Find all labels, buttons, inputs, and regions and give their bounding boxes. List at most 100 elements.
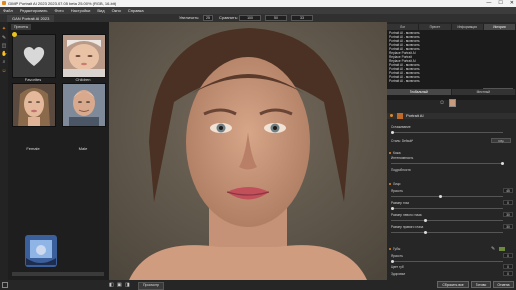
- minimize-button[interactable]: —: [486, 0, 491, 7]
- preset-male-label: Male: [78, 146, 88, 151]
- left-eye-size-value[interactable]: 30: [503, 212, 513, 217]
- face-brightness-value[interactable]: 45: [503, 188, 513, 193]
- plugin-toggle-icon[interactable]: [390, 114, 393, 117]
- frame-icon[interactable]: [2, 282, 8, 288]
- eye-size-value[interactable]: 0: [503, 200, 513, 205]
- lips-color-swatch[interactable]: [499, 247, 505, 251]
- portrait-photo[interactable]: [109, 22, 387, 280]
- bottom-bar: ◧ ▣ ◨ Просмотр: [0, 280, 387, 290]
- maximize-button[interactable]: ☐: [498, 0, 502, 7]
- lips-health-value[interactable]: 0: [503, 271, 513, 276]
- slider-knob[interactable]: [424, 219, 427, 222]
- portrait-image: [109, 22, 387, 280]
- brush-icon[interactable]: ✎: [1, 35, 7, 41]
- plugin-logo-icon: [397, 113, 403, 119]
- skin-toggle-icon[interactable]: [389, 152, 391, 154]
- history-item[interactable]: Portrait AI - включить: [389, 79, 420, 83]
- skin-intensity-slider[interactable]: [391, 162, 504, 165]
- style-reset-button[interactable]: Сбр: [491, 138, 511, 143]
- lips-title: Губы: [393, 247, 401, 251]
- face-brightness-label: Яркость: [391, 189, 403, 193]
- zoom-icon[interactable]: ⌕: [1, 59, 7, 65]
- preview-button[interactable]: Просмотр: [138, 282, 164, 290]
- zoom-label: Увеличить:: [179, 15, 200, 20]
- presets-scrollbar[interactable]: [12, 272, 104, 276]
- lips-toggle-icon[interactable]: [389, 248, 391, 250]
- menu-edit[interactable]: Редактировать: [20, 7, 48, 14]
- eraser-icon[interactable]: ◫: [1, 43, 7, 49]
- eye-size-slider[interactable]: [391, 207, 503, 210]
- split-view-icon[interactable]: ◧: [109, 282, 115, 288]
- preset-children-thumbnail[interactable]: [62, 34, 106, 78]
- menu-window[interactable]: Окно: [112, 7, 121, 14]
- slider-knob[interactable]: [391, 260, 394, 263]
- add-face-icon[interactable]: ☺: [439, 100, 445, 106]
- male-photo: [63, 84, 105, 126]
- watermark-logo: [22, 232, 60, 270]
- plugin-header: Portrait AI: [387, 113, 516, 119]
- menu-bar: Файл Редактировать Фото Настройки Вид Ок…: [0, 7, 516, 14]
- zoom-100-button[interactable]: 100: [239, 15, 261, 21]
- fullscreen-icon[interactable]: ▣: [117, 282, 123, 288]
- star-icon[interactable]: ✦: [1, 26, 7, 32]
- preset-favorites-label: Favorites: [24, 77, 42, 82]
- favorite-badge-icon: [12, 32, 17, 37]
- preset-male-thumbnail[interactable]: [62, 83, 106, 127]
- slider-knob[interactable]: [501, 162, 504, 165]
- hand-icon[interactable]: ✋: [1, 51, 7, 57]
- right-eye-size-slider[interactable]: [391, 231, 503, 234]
- tab-portrait-ai[interactable]: GAN Portrait AI 2023: [7, 15, 55, 22]
- female-photo: [13, 84, 55, 126]
- plugin-name: Portrait AI: [406, 113, 424, 118]
- zoom-field[interactable]: 25: [203, 15, 213, 21]
- ok-button[interactable]: Готово: [471, 281, 491, 288]
- compare-icon[interactable]: ◨: [125, 282, 131, 288]
- view-tabs: Глобальный Местный: [387, 89, 516, 95]
- menu-photo[interactable]: Фото: [54, 7, 63, 14]
- compare-label: Сравнить:: [219, 15, 238, 20]
- lips-health-label: Здоровье: [391, 272, 406, 276]
- slider-knob[interactable]: [424, 231, 427, 234]
- menu-settings[interactable]: Настройки: [71, 7, 91, 14]
- menu-file[interactable]: Файл: [3, 7, 13, 14]
- lips-color-value[interactable]: 0: [503, 264, 513, 269]
- window-title: GIMP Portrait AI 2023 2023.07.05 beta 25…: [8, 1, 117, 6]
- face-thumbnail[interactable]: [449, 99, 456, 107]
- preset-favorites-thumbnail[interactable]: [12, 34, 56, 78]
- zoom-toolbar: Увеличить: 25 Сравнить: 100 50 33: [109, 14, 387, 22]
- skin-detail-label: Подробности: [391, 168, 411, 172]
- cancel-button[interactable]: Отмена: [493, 281, 514, 288]
- tab-local[interactable]: Местный: [451, 89, 516, 95]
- global-smoothing-slider[interactable]: [391, 131, 503, 134]
- preset-children-label: Children: [75, 77, 91, 82]
- slider-knob[interactable]: [391, 207, 394, 210]
- reset-all-button[interactable]: Сбросить все: [437, 281, 469, 288]
- menu-help[interactable]: Справка: [128, 7, 144, 14]
- right-eye-size-value[interactable]: 30: [503, 224, 513, 229]
- global-smoothing-label: Сглаживание: [391, 125, 411, 129]
- lips-brightness-slider[interactable]: [391, 260, 503, 263]
- style-label: Стиль: Default*: [391, 139, 414, 143]
- eyedropper-icon[interactable]: ✎: [491, 246, 497, 252]
- menu-view[interactable]: Вид: [97, 7, 104, 14]
- lips-color-label: Цвет губ: [391, 265, 404, 269]
- zoom-33-button[interactable]: 33: [291, 15, 313, 21]
- skin-intensity-label: Интенсивность: [391, 156, 414, 160]
- face-brightness-slider[interactable]: [391, 195, 503, 198]
- left-eye-size-label: Размер левого глаза: [391, 213, 422, 217]
- preset-female-thumbnail[interactable]: [12, 83, 56, 127]
- slider-knob[interactable]: [439, 195, 442, 198]
- lips-brightness-value[interactable]: 0: [503, 253, 513, 258]
- tab-presets[interactable]: Пресеты: [11, 24, 32, 30]
- right-panel: Лог Пресет Информация История Portrait A…: [387, 22, 516, 290]
- faces-toggle-icon[interactable]: [389, 183, 391, 185]
- face-icon[interactable]: ☺: [1, 68, 7, 74]
- preset-female-label: Female: [26, 146, 40, 151]
- skin-title: Кожа: [393, 151, 401, 155]
- close-button[interactable]: ✕: [510, 0, 514, 7]
- zoom-50-button[interactable]: 50: [265, 15, 287, 21]
- right-eye-size-label: Размер правого глаза: [391, 225, 424, 229]
- left-eye-size-slider[interactable]: [391, 219, 503, 222]
- slider-knob[interactable]: [391, 131, 394, 134]
- tab-global[interactable]: Глобальный: [387, 89, 452, 95]
